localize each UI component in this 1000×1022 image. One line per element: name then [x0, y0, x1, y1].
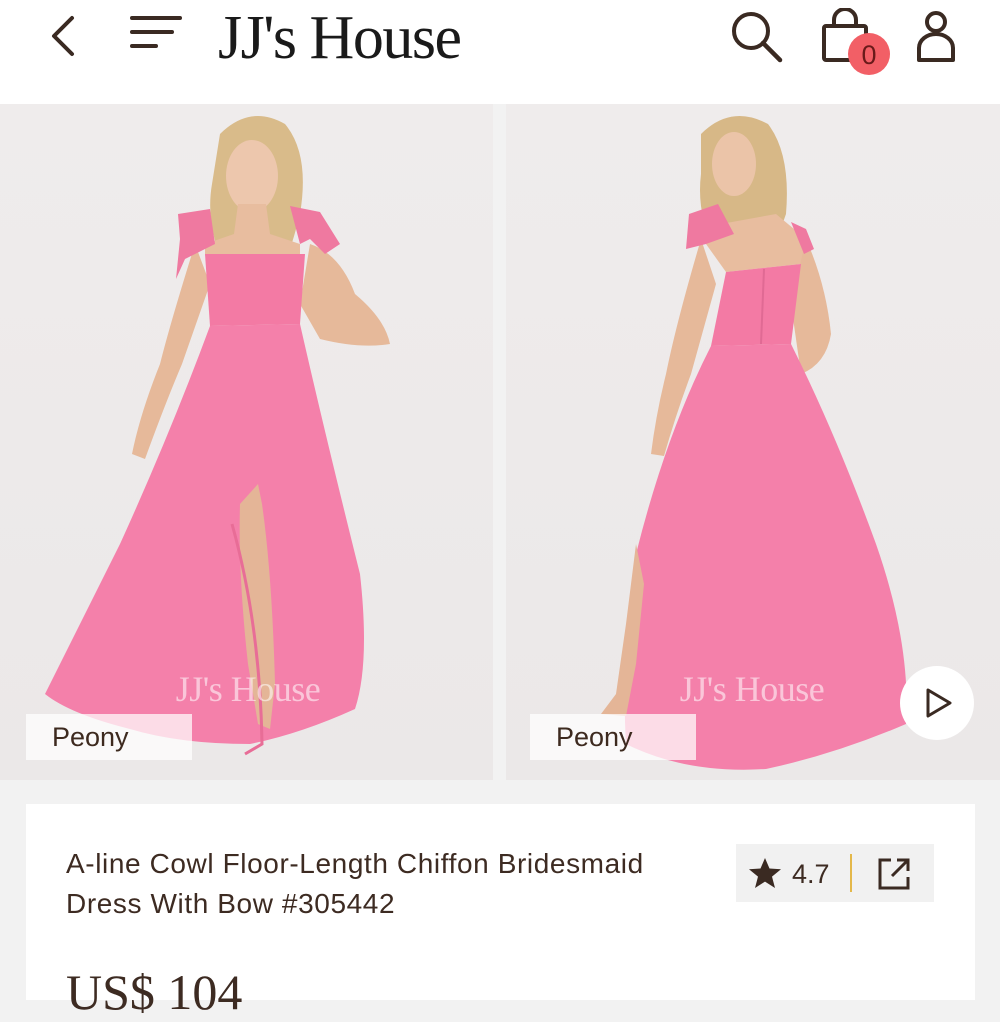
product-image-front[interactable]: JJ's House Peony [0, 104, 493, 780]
chevron-left-icon[interactable] [40, 12, 88, 60]
product-price: US$ 104 [66, 964, 243, 1020]
cart-count-badge[interactable]: 0 [848, 33, 890, 75]
user-icon[interactable] [914, 8, 958, 64]
image-watermark: JJ's House [175, 669, 321, 709]
product-image-back[interactable]: JJ's House Peony [506, 104, 1000, 780]
play-icon [926, 688, 952, 718]
product-title: A-line Cowl Floor-Length Chiffon Bridesm… [66, 848, 644, 919]
rating-value: 4.7 [792, 859, 830, 889]
play-video-button[interactable] [900, 666, 974, 740]
star-icon [749, 858, 781, 888]
menu-icon[interactable] [126, 12, 184, 56]
rating-share-bar: 4.7 [736, 844, 934, 902]
search-icon[interactable] [726, 6, 786, 66]
divider [850, 854, 852, 892]
product-info-card: A-line Cowl Floor-Length Chiffon Bridesm… [26, 804, 975, 1020]
image-watermark: JJ's House [679, 669, 825, 709]
share-icon[interactable] [876, 856, 912, 892]
site-logo[interactable]: JJ's House [218, 2, 462, 74]
top-navigation-bar: JJ's House 0 [0, 0, 1000, 104]
color-label: Peony [26, 714, 192, 760]
color-label: Peony [530, 714, 696, 760]
